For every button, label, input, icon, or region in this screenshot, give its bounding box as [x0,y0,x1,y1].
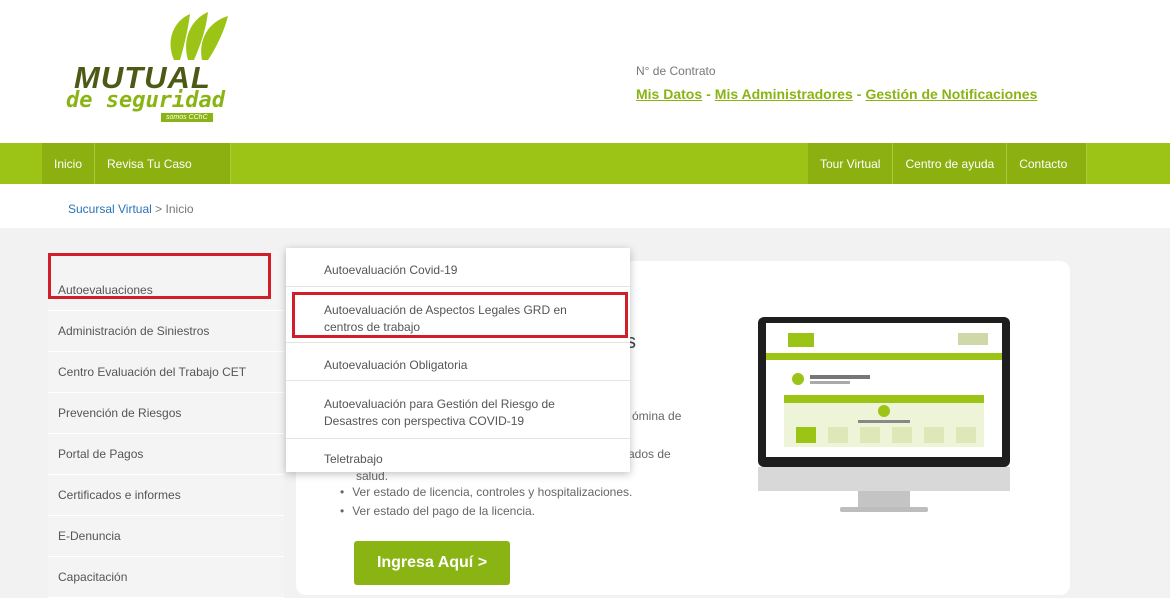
side-menu: Autoevaluaciones Administración de Sinie… [48,250,284,598]
logo-tagline: somos CChC [161,113,213,122]
highlight-box-autoevaluaciones [48,253,271,299]
nav-revisa-tu-caso[interactable]: Revisa Tu Caso [95,143,232,184]
side-menu-capacitacion[interactable]: Capacitación [48,557,284,598]
nav-right-group: Tour Virtual Centro de ayuda Contacto [808,143,1088,184]
card-bullet: Ver estado del pago de la licencia. [340,502,632,521]
nav-tour-virtual[interactable]: Tour Virtual [808,143,894,184]
dropdown-item-covid19[interactable]: Autoevaluación Covid-19 [286,262,630,279]
link-separator: - [706,86,711,102]
side-menu-portal-pagos[interactable]: Portal de Pagos [48,434,284,475]
side-menu-e-denuncia[interactable]: E-Denuncia [48,516,284,557]
card-bullet-list: Ver estado de licencia, controles y hosp… [340,483,632,521]
contract-label: N° de Contrato [636,64,716,78]
monitor-illustration-icon [758,317,1010,512]
link-separator: - [856,86,862,102]
card-bullet: Ver estado de licencia, controles y hosp… [340,483,632,502]
mis-datos-link[interactable]: Mis Datos [636,86,702,102]
dropdown-item-obligatoria[interactable]: Autoevaluación Obligatoria [286,357,630,374]
card-text-line-1: ómina de [632,409,682,423]
ingresa-aqui-button[interactable]: Ingresa Aquí > [354,541,510,585]
dropdown-divider [286,380,630,381]
breadcrumb-current: > Inicio [155,202,194,216]
user-links: Mis Datos - Mis Administradores - Gestión de… [636,86,1037,102]
highlight-box-aspectos-legales [292,292,628,338]
breadcrumb: Sucursal Virtual > Inicio [68,202,194,216]
side-menu-administracion-siniestros[interactable]: Administración de Siniestros [48,311,284,352]
dropdown-item-teletrabajo[interactable]: Teletrabajo [286,451,630,468]
dropdown-divider [286,286,630,287]
nav-contacto[interactable]: Contacto [1007,143,1088,184]
gestion-notificaciones-link[interactable]: Gestión de Notificaciones [865,86,1037,102]
main-nav-bar: Inicio Revisa Tu Caso Tour Virtual Centr… [0,143,1170,184]
nav-inicio[interactable]: Inicio [42,143,96,184]
dropdown-divider [286,438,630,439]
dropdown-divider [286,342,630,343]
nav-centro-de-ayuda[interactable]: Centro de ayuda [893,143,1008,184]
logo-subwordmark: de seguridad [66,88,225,113]
breadcrumb-home-link[interactable]: Sucursal Virtual [68,202,152,216]
side-menu-certificados-informes[interactable]: Certificados e informes [48,475,284,516]
autoevaluaciones-dropdown: Autoevaluación Covid-19 Autoevaluación d… [286,248,630,472]
mis-administradores-link[interactable]: Mis Administradores [715,86,853,102]
side-menu-centro-evaluacion-cet[interactable]: Centro Evaluación del Trabajo CET [48,352,284,393]
mutual-logo[interactable]: MUTUAL de seguridad somos CChC [62,8,262,126]
logo-leaves-icon [170,12,228,60]
dropdown-item-gestion-riesgo-desastres[interactable]: Autoevaluación para Gestión del Riesgo d… [286,396,586,430]
side-menu-prevencion-riesgos[interactable]: Prevención de Riesgos [48,393,284,434]
nav-left-group: Inicio Revisa Tu Caso [42,143,232,184]
